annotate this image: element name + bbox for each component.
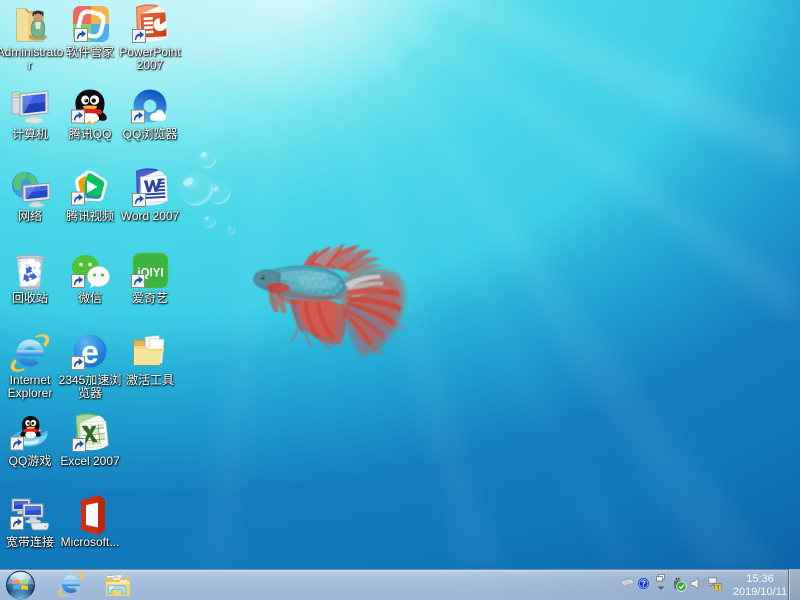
- svg-text:2019/10/11: 2019/10/11: [733, 586, 787, 598]
- svg-text:15:36: 15:36: [746, 573, 774, 585]
- svg-text:?: ?: [641, 580, 646, 589]
